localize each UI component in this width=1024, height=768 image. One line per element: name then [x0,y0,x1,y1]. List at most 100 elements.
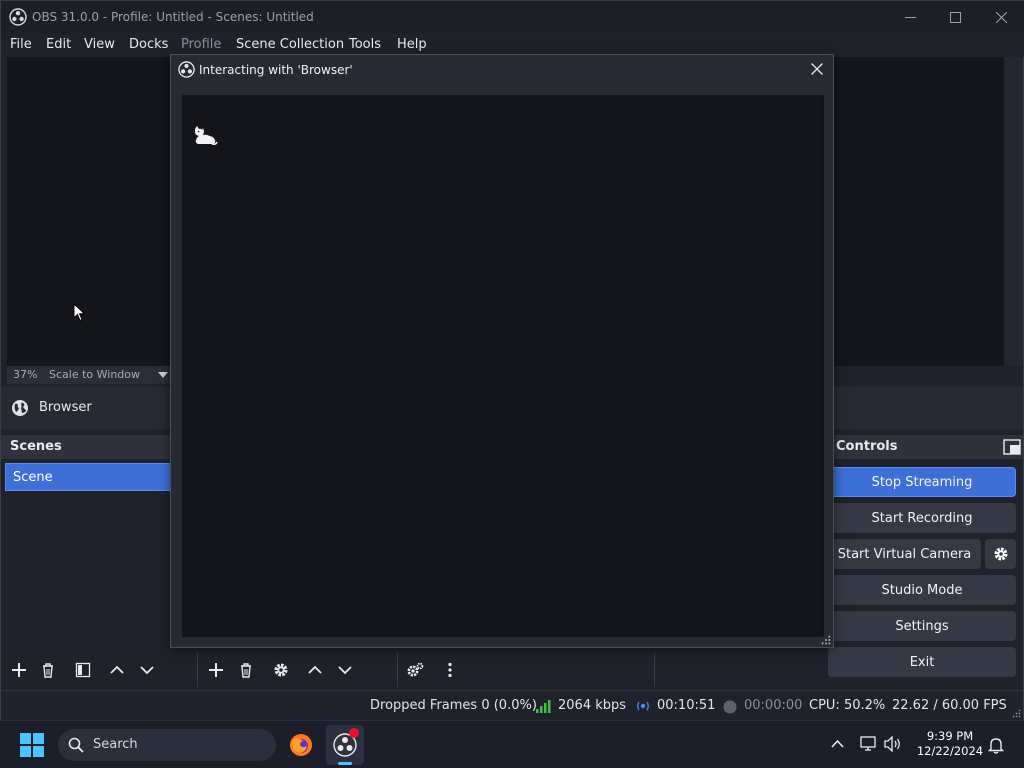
source-properties-button[interactable] [272,661,290,679]
menu-help[interactable]: Help [397,37,427,52]
zoom-level: 37% [13,368,38,381]
obs-logo-icon [9,8,27,26]
dock-divider [654,653,655,687]
title-bar: OBS 31.0.0 - Profile: Untitled - Scenes:… [1,1,1024,33]
dock-divider [197,653,198,687]
kebab-menu-icon [448,662,452,678]
scene-label: Scene [13,470,53,485]
minimize-button[interactable] [887,1,933,33]
interact-dialog: Interacting with 'Browser' [170,54,834,648]
gears-icon [407,662,424,677]
resize-grip-icon[interactable] [1012,709,1021,718]
dropped-frames: Dropped Frames 0 (0.0%) [370,698,537,713]
stop-streaming-button[interactable]: Stop Streaming [828,467,1016,497]
cat-mascot-icon [195,126,218,145]
dialog-close-button[interactable] [807,59,827,79]
plus-icon [12,663,26,677]
minimize-icon [904,16,916,18]
move-source-up-button[interactable] [306,661,324,679]
scene-list-item[interactable]: Scene [5,463,171,491]
audio-mixer-settings-button[interactable] [406,661,424,679]
maximize-icon [949,11,961,23]
chevron-up-icon [110,665,124,674]
network-icon[interactable] [860,736,878,752]
fps-readout: 22.62 / 60.00 FPS [892,698,1007,713]
obs-logo-icon [178,61,195,78]
signal-strength-icon [536,700,551,713]
scenes-title: Scenes [10,439,62,454]
record-duration: 00:00:00 [744,698,803,713]
preview-zoom-control[interactable]: 37% Scale to Window [7,366,172,384]
volume-icon[interactable] [884,736,902,752]
filter-icon [75,662,91,678]
browser-interaction-area[interactable] [182,95,824,637]
search-placeholder: Search [93,737,138,752]
stream-duration: 00:10:51 [657,698,716,713]
search-icon [68,737,84,753]
resize-grip-icon[interactable] [821,635,831,645]
plus-icon [209,663,223,677]
undock-icon[interactable] [1003,439,1021,455]
audio-mixer-menu-button[interactable] [441,661,459,679]
move-scene-down-button[interactable] [138,661,156,679]
firefox-icon[interactable] [289,733,313,757]
taskbar-search-box[interactable]: Search [58,729,276,761]
studio-mode-button[interactable]: Studio Mode [828,575,1016,605]
remove-source-button[interactable] [237,661,255,679]
menu-tools[interactable]: Tools [349,37,381,52]
dialog-title: Interacting with 'Browser' [199,63,353,77]
streaming-icon [637,701,649,711]
chevron-up-icon[interactable] [831,739,844,749]
dock-toolbars [1,653,823,687]
obs-taskbar-button[interactable] [326,725,364,765]
taskbar-clock[interactable]: 9:39 PM 12/22/2024 [914,729,986,759]
add-scene-button[interactable] [10,661,28,679]
chevron-up-icon [308,665,322,674]
record-icon [723,700,737,714]
move-scene-up-button[interactable] [108,661,126,679]
preview-scrollbar[interactable] [1004,57,1023,366]
chevron-down-icon [158,372,168,378]
maximize-button[interactable] [932,1,978,33]
remove-scene-button[interactable] [39,661,57,679]
browser-page[interactable] [182,95,822,635]
start-recording-button[interactable]: Start Recording [828,503,1016,533]
exit-button[interactable]: Exit [828,647,1016,677]
globe-icon [12,400,28,416]
chevron-down-icon [338,666,352,675]
virtual-camera-settings-button[interactable] [985,539,1016,569]
close-icon [811,63,823,75]
menu-view[interactable]: View [84,37,115,52]
menu-file[interactable]: File [10,37,32,52]
recording-badge [349,728,359,738]
add-source-button[interactable] [207,661,225,679]
scenes-dock-header: Scenes [1,435,171,459]
bitrate: 2064 kbps [558,698,627,713]
close-window-button[interactable] [978,1,1024,33]
start-virtual-camera-button[interactable]: Start Virtual Camera [828,539,981,569]
scale-mode: Scale to Window [49,368,141,381]
close-icon [995,11,1007,23]
move-source-down-button[interactable] [336,661,354,679]
window-title: OBS 31.0.0 - Profile: Untitled - Scenes:… [32,10,314,24]
menu-profile[interactable]: Profile [181,37,221,52]
menu-docks[interactable]: Docks [129,37,168,52]
active-indicator [338,762,352,765]
menu-edit[interactable]: Edit [46,37,71,52]
selected-source-name: Browser [39,400,92,415]
clock-time: 9:39 PM [926,729,974,743]
scene-filters-button[interactable] [74,661,92,679]
mouse-cursor-icon [73,303,86,322]
dock-divider [397,653,398,687]
trash-icon [241,663,251,678]
cpu-usage: CPU: 50.2% [809,698,886,713]
taskbar: Search 9:39 PM 12/22/2024 [0,720,1024,768]
clock-date: 12/22/2024 [916,744,984,758]
menu-scene-collection[interactable]: Scene Collection [236,37,344,52]
status-bar: Dropped Frames 0 (0.0%) 2064 kbps 00:10:… [1,690,1023,720]
gear-icon [274,663,288,677]
chevron-down-icon [140,666,154,675]
settings-button[interactable]: Settings [828,611,1016,641]
notification-bell-icon[interactable] [988,736,1004,754]
start-icon[interactable] [20,733,44,757]
